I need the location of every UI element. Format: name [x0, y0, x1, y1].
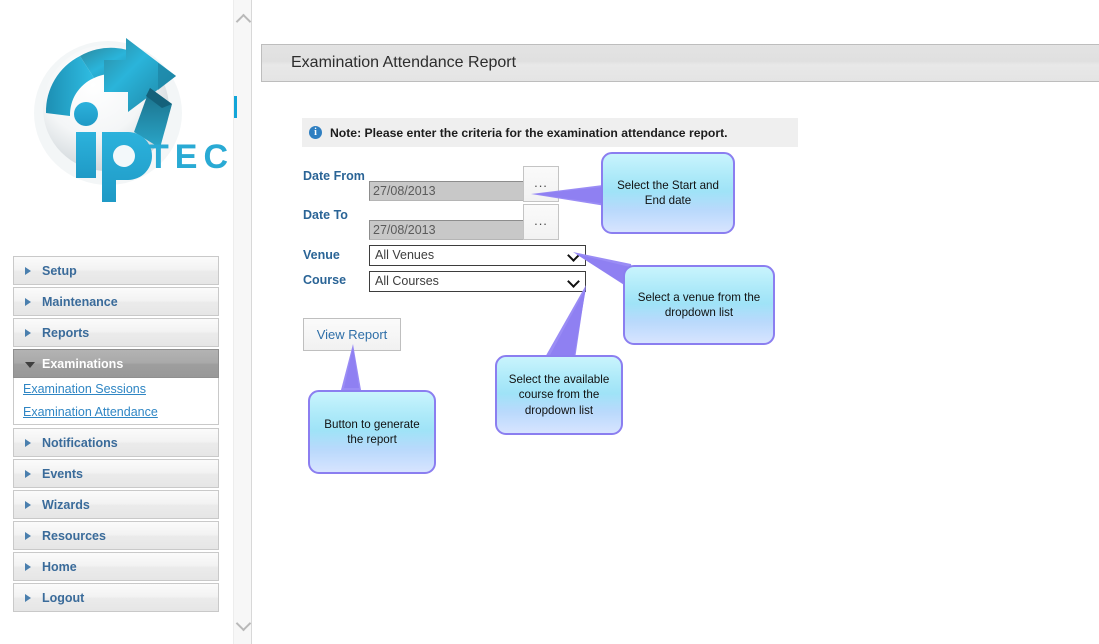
iptech-logo-icon: TECH — [34, 38, 240, 202]
sidebar-item-label: Reports — [42, 326, 90, 340]
sidebar-item-events[interactable]: Events — [13, 459, 219, 488]
sidebar-item-label: Wizards — [42, 498, 90, 512]
app-window: TECH Setup Maintenance — [0, 0, 1099, 644]
sidebar-item-label: Events — [42, 467, 83, 481]
callout-dates: Select the Start and End date — [601, 152, 735, 234]
triangle-right-icon — [25, 562, 31, 571]
triangle-right-icon — [25, 531, 31, 540]
chevron-up-icon — [235, 13, 251, 29]
page-header-bar: Examination Attendance Report — [261, 44, 1099, 82]
date-from-label: Date From — [303, 169, 365, 183]
callout-button: Button to generate the report — [308, 390, 436, 474]
triangle-right-icon — [25, 266, 31, 275]
chevron-down-icon — [235, 615, 251, 631]
brand-logo: TECH — [8, 8, 240, 208]
menu-group-maintenance: Maintenance — [13, 287, 219, 316]
date-from-input[interactable] — [369, 181, 527, 201]
triangle-right-icon — [25, 593, 31, 602]
sidebar-item-label: Examinations — [42, 357, 124, 371]
venue-select[interactable]: All Venues — [369, 245, 586, 266]
sidebar-item-reports[interactable]: Reports — [13, 318, 219, 347]
svg-text:TECH: TECH — [148, 138, 240, 176]
info-icon: i — [309, 126, 322, 139]
triangle-right-icon — [25, 328, 31, 337]
examinations-submenu: Examination Sessions Examination Attenda… — [13, 378, 219, 425]
sidebar-link-examination-sessions[interactable]: Examination Sessions — [14, 378, 218, 401]
venue-label: Venue — [303, 248, 340, 262]
course-select-value: All Courses — [375, 274, 439, 288]
menu-group-notifications: Notifications — [13, 428, 219, 457]
note-text: Note: Please enter the criteria for the … — [330, 125, 728, 140]
sidebar-menu: Setup Maintenance Reports Examinations E… — [13, 256, 219, 614]
sidebar-link-examination-attendance[interactable]: Examination Attendance — [14, 401, 218, 424]
scrollbar-accent — [234, 96, 237, 118]
course-label: Course — [303, 273, 347, 287]
sidebar-item-setup[interactable]: Setup — [13, 256, 219, 285]
callout-course: Select the available course from the dro… — [495, 355, 623, 435]
date-to-label: Date To — [303, 208, 348, 222]
callout-tail-button — [341, 344, 361, 390]
sidebar-item-resources[interactable]: Resources — [13, 521, 219, 550]
menu-group-wizards: Wizards — [13, 490, 219, 519]
menu-group-resources: Resources — [13, 521, 219, 550]
sidebar-item-label: Maintenance — [42, 295, 118, 309]
triangle-right-icon — [25, 297, 31, 306]
sidebar-item-label: Logout — [42, 591, 85, 605]
scroll-down-button[interactable] — [234, 612, 252, 638]
sidebar-item-examinations[interactable]: Examinations — [13, 349, 219, 378]
menu-group-logout: Logout — [13, 583, 219, 612]
sidebar-item-notifications[interactable]: Notifications — [13, 428, 219, 457]
menu-group-home: Home — [13, 552, 219, 581]
sidebar-item-maintenance[interactable]: Maintenance — [13, 287, 219, 316]
sidebar-item-home[interactable]: Home — [13, 552, 219, 581]
page-scrollbar[interactable] — [233, 0, 252, 644]
scroll-up-button[interactable] — [234, 6, 252, 32]
triangle-right-icon — [25, 438, 31, 447]
menu-group-reports: Reports — [13, 318, 219, 347]
sidebar-item-logout[interactable]: Logout — [13, 583, 219, 612]
triangle-right-icon — [25, 500, 31, 509]
note-bar: i Note: Please enter the criteria for th… — [302, 118, 798, 147]
left-panel: TECH Setup Maintenance — [0, 0, 240, 644]
menu-group-setup: Setup — [13, 256, 219, 285]
sidebar-item-wizards[interactable]: Wizards — [13, 490, 219, 519]
triangle-down-icon — [25, 361, 35, 368]
main-content: Examination Attendance Report i Note: Pl… — [253, 0, 1099, 644]
sidebar-item-label: Notifications — [42, 436, 118, 450]
sidebar-item-label: Resources — [42, 529, 106, 543]
menu-group-events: Events — [13, 459, 219, 488]
date-to-input[interactable] — [369, 220, 527, 240]
triangle-right-icon — [25, 469, 31, 478]
callout-tail-course — [544, 285, 586, 359]
menu-group-examinations: Examinations Examination Sessions Examin… — [13, 349, 219, 425]
venue-select-value: All Venues — [375, 248, 435, 262]
page-title: Examination Attendance Report — [291, 54, 517, 71]
sidebar-item-label: Home — [42, 560, 77, 574]
sidebar-item-label: Setup — [42, 264, 77, 278]
callout-venue: Select a venue from the dropdown list — [623, 265, 775, 345]
